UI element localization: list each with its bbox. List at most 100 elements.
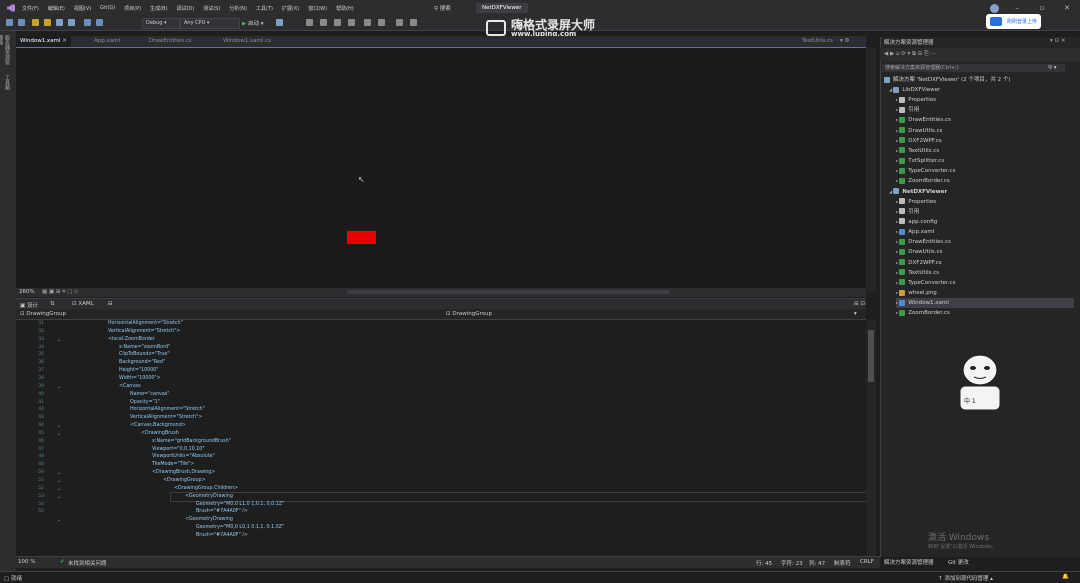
fold-toggle-icon[interactable]: ⌄ — [57, 337, 61, 343]
solution-root[interactable]: 解决方案 'NetDXFViewer' (2 个项目，共 2 个) — [884, 75, 1011, 85]
designer-vertical-scrollbar[interactable] — [866, 48, 876, 293]
design-tab[interactable]: ▣ 设计 — [20, 301, 38, 309]
solution-item[interactable]: ▸ DXF2WPF.cs — [896, 136, 942, 146]
start-without-debug-icon[interactable] — [276, 19, 283, 26]
solution-item[interactable]: ▸ TextUtils.cs — [896, 146, 939, 156]
editor-zoom[interactable]: 100 % — [18, 559, 35, 565]
menu-item[interactable]: 生成(B) — [150, 5, 167, 12]
solution-item[interactable]: ◢ LibDXFViewer — [889, 85, 940, 95]
fold-toggle-icon[interactable]: ⌄ — [57, 478, 61, 484]
toolbar-icon-c[interactable] — [334, 19, 341, 26]
toolbar-icon-g[interactable] — [396, 19, 403, 26]
fold-toggle-icon[interactable]: ⌄ — [57, 517, 61, 523]
menu-item[interactable]: 项目(P) — [124, 5, 141, 12]
solution-item[interactable]: ▸ TxtSplitter.cs — [896, 156, 944, 166]
pane-icon[interactable]: ⊟ — [108, 301, 113, 307]
nav-expand-icon[interactable]: ▾ — [854, 311, 857, 317]
close-tab-icon[interactable]: ✕ — [62, 38, 67, 44]
solution-item[interactable]: ▸ DrawEntities.cs — [896, 115, 951, 125]
new-project-icon[interactable] — [32, 19, 39, 26]
xaml-designer-canvas[interactable] — [16, 48, 866, 288]
solution-item[interactable]: ▸ 引用 — [896, 207, 919, 217]
grid-icons[interactable]: ▦ ▣ ⊞ ⌗ ▢ ◇ — [42, 289, 78, 296]
tab-drawentities-cs[interactable]: DrawEntities.cs — [145, 36, 196, 47]
solution-item[interactable]: ▸ TypeConverter.cs — [896, 166, 955, 176]
solution-item[interactable]: ▸ ZoomBorder.cs — [896, 176, 950, 186]
notification-bell-icon[interactable]: 🔔 — [1062, 574, 1069, 580]
toolbar-icon-b[interactable] — [320, 19, 327, 26]
solution-item[interactable]: ▸ TextUtils.cs — [896, 268, 939, 278]
solution-item[interactable]: ▸ 引用 — [896, 105, 919, 115]
fold-toggle-icon[interactable]: ⌄ — [57, 423, 61, 429]
toolbar-icon-a[interactable] — [306, 19, 313, 26]
swap-icon[interactable]: ⇅ — [50, 301, 55, 307]
solution-item[interactable]: ▸ app.config — [896, 217, 937, 227]
xaml-tab[interactable]: ⊡ XAML — [72, 301, 94, 307]
menu-item[interactable]: 调试(D) — [176, 5, 194, 12]
solution-item[interactable]: ▸ DrawUtils.cs — [896, 247, 942, 257]
close-icon[interactable]: ✕ — [1062, 3, 1072, 13]
toolbar-icon-f[interactable] — [378, 19, 385, 26]
split-layout-icons[interactable]: ⊟ ⊡ — [854, 301, 865, 307]
solution-item[interactable]: ▸ App.xaml — [896, 227, 934, 237]
solution-item[interactable]: ▸ DrawEntities.cs — [896, 237, 951, 247]
solution-toolbar-icons[interactable]: ◀ ▶ ⌂ ⟳ ▾ ⧉ ⊟ ⎘ ⋯ — [884, 51, 936, 58]
tab-overflow-icon[interactable]: ▾ ⚙ — [840, 38, 849, 44]
save-all-icon[interactable] — [68, 19, 75, 26]
forward-icon[interactable] — [18, 19, 25, 26]
tab-textutils-cs[interactable]: TextUtils.cs — [798, 36, 837, 47]
tab-git-changes[interactable]: Git 更改 — [948, 558, 969, 566]
editor-scroll-thumb[interactable] — [868, 330, 874, 382]
minimize-icon[interactable]: – — [1012, 3, 1022, 13]
solution-search-input[interactable]: 搜索解决方案资源管理器(Ctrl+;) — [882, 64, 1065, 72]
menu-item[interactable]: 分析(N) — [229, 5, 247, 12]
platform-select[interactable]: Any CPU ▾ — [180, 18, 240, 29]
tab-solution-explorer[interactable]: 解决方案资源管理器 — [884, 558, 934, 566]
solution-item[interactable]: ◢ NetDXFViewer — [889, 187, 947, 197]
toolbar-icon-d[interactable] — [348, 19, 355, 26]
toolbox-tab[interactable]: 工具箱 — [4, 75, 11, 93]
nav-right-dropdown[interactable]: ⊡ DrawingGroup — [446, 311, 492, 317]
solution-item[interactable]: ▸ Properties — [896, 197, 936, 207]
fold-toggle-icon[interactable]: ⌄ — [57, 494, 61, 500]
save-icon[interactable] — [56, 19, 63, 26]
solution-item[interactable]: ▸ Properties — [896, 95, 936, 105]
fold-toggle-icon[interactable]: ⌄ — [57, 470, 61, 476]
start-button[interactable]: ▶ 启动 ▾ — [242, 19, 264, 27]
maximize-icon[interactable]: ▫ — [1037, 3, 1047, 13]
menu-item[interactable]: 编辑(E) — [48, 5, 65, 12]
open-folder-icon[interactable] — [44, 19, 51, 26]
menu-item[interactable]: 工具(T) — [256, 5, 273, 12]
source-control-button[interactable]: ↑ 添加到源代码管理 ▴ — [938, 574, 993, 582]
toolbar-icon-h[interactable] — [410, 19, 417, 26]
toolbar-icon-e[interactable] — [364, 19, 371, 26]
solution-item[interactable]: ▸ Window1.xaml — [896, 298, 1074, 309]
nav-left-dropdown[interactable]: ⊡ DrawingGroup — [20, 311, 66, 317]
solution-item[interactable]: ▸ ZoomBorder.cs — [896, 308, 950, 318]
menu-item[interactable]: 文件(F) — [22, 5, 39, 12]
menu-item[interactable]: 窗口(W) — [308, 5, 327, 12]
solution-item[interactable]: ▸ wheel.png — [896, 288, 937, 298]
menu-item[interactable]: Git(G) — [100, 5, 115, 12]
red-zoom-border-element[interactable] — [347, 231, 376, 244]
solution-item[interactable]: ▸ DrawUtils.cs — [896, 126, 942, 136]
avatar[interactable] — [990, 4, 999, 13]
upload-notification[interactable]: 刚刚登录上传 — [986, 14, 1041, 29]
configuration-select[interactable]: Debug ▾ — [142, 18, 180, 29]
menu-item[interactable]: 测试(S) — [203, 5, 220, 12]
tab-indicator[interactable]: 制表符 — [834, 559, 851, 567]
search-button[interactable]: ⚲ 搜索 — [434, 4, 451, 12]
fold-toggle-icon[interactable]: ⌄ — [57, 384, 61, 390]
server-explorer-tab[interactable]: 服务器资源管理器 — [0, 35, 11, 69]
issues-status[interactable]: 未找到相关问题 — [68, 559, 107, 567]
redo-icon[interactable] — [96, 19, 103, 26]
back-icon[interactable] — [6, 19, 13, 26]
solution-item[interactable]: ▸ DXF2WPF.cs — [896, 258, 942, 268]
tab-app-xaml[interactable]: App.xaml — [90, 36, 124, 47]
zoom-level[interactable]: 260% — [19, 289, 35, 295]
pane-options-icon[interactable]: ▾ ⊡ ✕ — [1050, 38, 1065, 44]
fold-toggle-icon[interactable]: ⌄ — [57, 431, 61, 437]
designer-horizontal-scrollbar[interactable] — [347, 290, 670, 294]
menu-item[interactable]: 扩展(X) — [282, 5, 299, 12]
undo-icon[interactable] — [84, 19, 91, 26]
